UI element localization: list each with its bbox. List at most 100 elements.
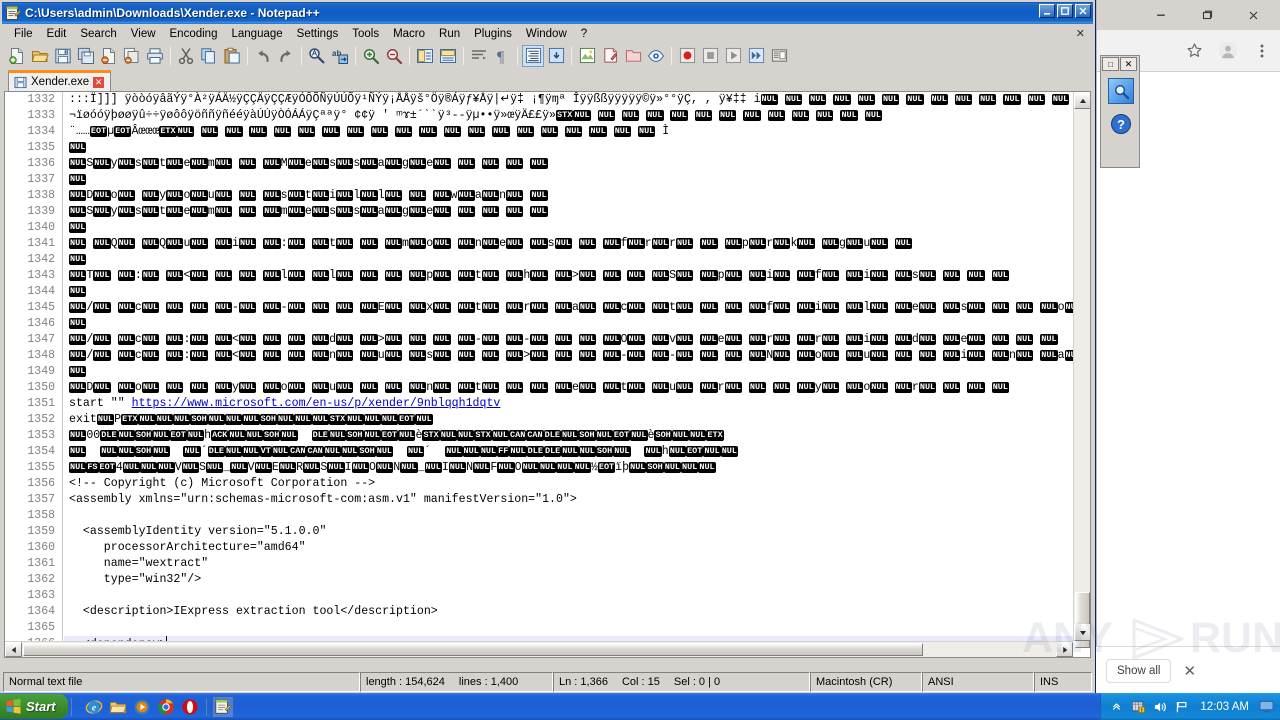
find-icon[interactable] (306, 45, 328, 67)
code-line[interactable]: NULSNULyNULsNULtNULeNULmNUL NUL NULMNULe… (64, 156, 1073, 172)
notepad-plus-plus-icon[interactable] (211, 695, 234, 718)
google-chrome-icon[interactable] (155, 696, 177, 718)
undo-icon[interactable] (252, 45, 274, 67)
tab-close-icon[interactable]: ✕ (93, 76, 105, 88)
show-document-peeker-icon[interactable] (645, 45, 667, 67)
code-line[interactable]: ¬ïøóóÿþøøÿû÷÷ÿøôôÿöññÿñééÿàÚÚÿÒÓÁÁÿÇªªÿ°… (64, 108, 1073, 124)
word-wrap-icon[interactable] (468, 45, 490, 67)
show-all-downloads-button[interactable]: Show all (1106, 658, 1172, 683)
code-line[interactable]: NUL (64, 364, 1073, 380)
open-file-icon[interactable] (29, 45, 51, 67)
code-line[interactable]: NUL (64, 220, 1073, 236)
help-icon[interactable]: ? (1110, 113, 1132, 135)
show-hidden-icons-button[interactable] (1109, 699, 1124, 714)
menu-encoding[interactable]: Encoding (163, 27, 225, 41)
redo-icon[interactable] (275, 45, 297, 67)
code-line[interactable] (64, 588, 1073, 604)
code-line[interactable]: processorArchitecture="amd64" (64, 540, 1073, 556)
chrome-maximize-button[interactable] (1184, 2, 1230, 28)
code-line[interactable]: NUL (64, 316, 1073, 332)
zoom-out-icon[interactable] (383, 45, 405, 67)
code-line[interactable]: type="win32"/> (64, 572, 1073, 588)
chrome-menu-icon[interactable] (1252, 41, 1272, 61)
windows-taskbar[interactable]: Start e 12:03 AM (0, 693, 1280, 720)
menu-plugins[interactable]: Plugins (467, 27, 519, 41)
notepad-titlebar[interactable]: C:\Users\admin\Downloads\Xender.exe - No… (2, 2, 1093, 24)
menu-help[interactable]: ? (574, 27, 594, 41)
start-button[interactable]: Start (0, 694, 68, 719)
downloads-shelf-close-icon[interactable]: ✕ (1183, 662, 1196, 680)
code-line[interactable]: NULDNULoNUL NULyNULoNULuNUL NUL NULsNULt… (64, 188, 1073, 204)
menu-file[interactable]: File (7, 27, 40, 41)
macro-playback-multiple-icon[interactable] (745, 45, 767, 67)
chrome-close-button[interactable] (1230, 2, 1276, 28)
system-tray[interactable]: 12:03 AM (1100, 693, 1280, 720)
code-line[interactable]: NULDNUL NULoNUL NUL NUL NULyNUL NULoNUL … (64, 380, 1073, 396)
menu-language[interactable]: Language (224, 27, 289, 41)
code-line[interactable]: NUL NULQNUL NULQNULuNUL NULiNUL NUL:NUL … (64, 236, 1073, 252)
new-file-icon[interactable] (6, 45, 28, 67)
menu-edit[interactable]: Edit (40, 27, 74, 41)
macro-record-icon[interactable] (676, 45, 698, 67)
sidebar-maximize-button[interactable]: □ (1102, 57, 1119, 71)
scroll-right-button[interactable] (1056, 642, 1073, 657)
notepad-close-button[interactable] (1075, 4, 1091, 18)
menu-window[interactable]: Window (519, 27, 574, 41)
code-line[interactable]: <description>IExpress extraction tool</d… (64, 604, 1073, 620)
menu-tools[interactable]: Tools (345, 27, 386, 41)
zoom-in-icon[interactable] (360, 45, 382, 67)
show-all-chars-icon[interactable]: ¶ (491, 45, 513, 67)
code-line[interactable]: NULTNUL NUL:NUL NUL<NUL NUL NUL NULlNUL … (64, 268, 1073, 284)
notepad-plus-plus-window[interactable]: C:\Users\admin\Downloads\Xender.exe - No… (0, 0, 1096, 696)
show-folder-as-workspace-icon[interactable] (622, 45, 644, 67)
cut-icon[interactable] (175, 45, 197, 67)
print-icon[interactable] (144, 45, 166, 67)
close-document-icon[interactable]: ✕ (1076, 27, 1085, 40)
volume-icon[interactable] (1153, 699, 1168, 714)
sync-vertical-icon[interactable] (414, 45, 436, 67)
windows-explorer-icon[interactable] (107, 696, 129, 718)
sidebar-close-button[interactable]: ✕ (1120, 57, 1137, 71)
menu-run[interactable]: Run (432, 27, 467, 41)
code-line[interactable]: start "" https://www.microsoft.com/en-us… (64, 396, 1073, 412)
code-line[interactable]: NULSNULyNULsNULtNULeNULmNUL NUL NULmNULe… (64, 204, 1073, 220)
save-icon[interactable] (52, 45, 74, 67)
bookmark-star-icon[interactable] (1184, 41, 1204, 61)
menu-view[interactable]: View (124, 27, 163, 41)
scroll-down-button[interactable] (1074, 624, 1090, 641)
code-line[interactable]: <assemblyIdentity version="5.1.0.0" (64, 524, 1073, 540)
editor-vertical-scrollbar[interactable] (1073, 92, 1090, 648)
notepad-maximize-button[interactable] (1057, 4, 1073, 18)
menu-macro[interactable]: Macro (386, 27, 432, 41)
code-line[interactable] (64, 620, 1073, 636)
user-define-dialog-icon[interactable] (545, 45, 567, 67)
chrome-window-controls[interactable] (1138, 2, 1276, 28)
profile-avatar-icon[interactable] (1218, 41, 1238, 61)
chrome-downloads-shelf[interactable]: Show all ✕ (1096, 646, 1280, 694)
editor-horizontal-scrollbar[interactable] (5, 641, 1073, 657)
media-player-icon[interactable] (131, 696, 153, 718)
code-line[interactable]: NUL/NUL NULcNUL NUL:NUL NUL<NUL NUL NUL … (64, 332, 1073, 348)
notepad-window-controls[interactable] (1039, 4, 1091, 18)
copy-icon[interactable] (198, 45, 220, 67)
paste-icon[interactable] (221, 45, 243, 67)
show-document-map-icon[interactable] (576, 45, 598, 67)
notepad-menubar[interactable]: File Edit Search View Encoding Language … (2, 24, 1093, 43)
replace-icon[interactable]: ab (329, 45, 351, 67)
code-line[interactable]: NUL (64, 172, 1073, 188)
security-shield-icon[interactable] (1131, 699, 1146, 714)
show-function-list-icon[interactable] (599, 45, 621, 67)
code-line[interactable]: NUL/NUL NULcNUL NUL NUL NUL-NUL NUL-NUL … (64, 300, 1073, 316)
sync-horizontal-icon[interactable] (437, 45, 459, 67)
code-line[interactable]: NUL00DLE NUL SOH NUL EOT NULhACK NUL NUL SOH NUL … (64, 428, 1073, 444)
code-line[interactable]: :::Ï]]] ÿòòóÿâãÝÿ°À²ÿÁÄ½ÿÇÇÄÿÇÇÆÿÓÔÕÑÿÚÚ… (64, 92, 1073, 108)
internet-explorer-icon[interactable]: e (83, 696, 105, 718)
show-desktop-icon[interactable] (1259, 699, 1274, 714)
opera-icon[interactable] (179, 696, 201, 718)
scroll-up-button[interactable] (1074, 92, 1090, 109)
notepad-minimize-button[interactable] (1039, 4, 1055, 18)
notepad-toolbar[interactable]: ab ¶ (2, 43, 1093, 68)
code-line[interactable]: <assembly xmlns="urn:schemas-microsoft-c… (64, 492, 1073, 508)
chrome-minimize-button[interactable] (1138, 2, 1184, 28)
macro-save-icon[interactable] (768, 45, 790, 67)
